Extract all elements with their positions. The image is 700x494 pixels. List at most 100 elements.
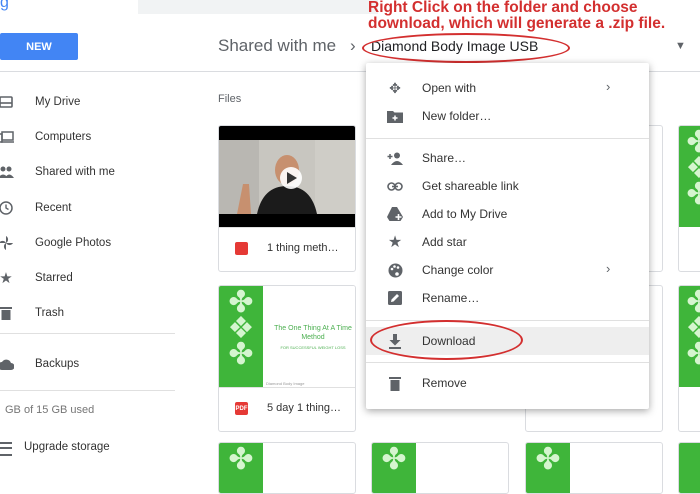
celtic-knot-icon: ✤❖✤ — [679, 288, 700, 370]
annotation-line-1: Right Click on the folder and choose — [368, 0, 638, 16]
my-drive-icon — [0, 94, 14, 110]
new-folder-icon — [386, 108, 404, 124]
file-title: 1 thing meth… — [267, 242, 339, 254]
sidebar-item-label: Computers — [35, 131, 92, 143]
sidebar-item-label: Google Photos — [35, 237, 112, 249]
sidebar-item-label: Recent — [35, 202, 72, 214]
file-card-partial[interactable]: ✤❖✤ — [678, 285, 700, 432]
menu-item-get-link[interactable]: Get shareable link — [366, 172, 649, 200]
file-card-bottom[interactable]: ✤ — [218, 442, 356, 494]
menu-item-new-folder[interactable]: New folder… — [366, 102, 649, 130]
celtic-knot-icon: ✤❖✤ — [227, 286, 255, 371]
sidebar-item-label: Trash — [35, 307, 64, 319]
file-card-bottom[interactable] — [678, 442, 700, 494]
trash-icon — [386, 375, 404, 391]
sidebar-item-label: My Drive — [35, 96, 81, 108]
menu-item-change-color[interactable]: Change color › — [366, 256, 649, 284]
file-card-video[interactable]: 1 thing meth… — [218, 125, 356, 272]
menu-divider — [366, 138, 649, 139]
cloud-icon — [0, 356, 14, 372]
celtic-pattern-strip — [679, 443, 700, 493]
sidebar-item-starred[interactable]: ★ Starred — [0, 263, 210, 293]
menu-item-remove[interactable]: Remove — [366, 369, 649, 397]
sidebar-item-backups[interactable]: Backups — [0, 349, 210, 379]
sidebar-item-label: Backups — [35, 358, 80, 370]
files-section-label: Files — [218, 93, 242, 105]
pdf-thumbnail: ✤ ❖ ✤ The One Thing At A Time Method FOR S… — [219, 286, 355, 387]
menu-item-label: Add star — [422, 235, 467, 249]
doc-preview-small: Diamond Body Image — [266, 381, 305, 386]
menu-item-label: Remove — [422, 376, 467, 390]
sidebar-item-label: Starred — [35, 272, 73, 284]
menu-item-label: Rename… — [422, 291, 480, 305]
rename-icon — [386, 290, 404, 306]
celtic-knot-icon: ✤ — [381, 443, 407, 476]
file-card-pdf[interactable]: ✤ ❖ ✤ The One Thing At A Time Method FOR S… — [218, 285, 356, 432]
menu-item-label: Add to My Drive — [422, 207, 508, 221]
menu-divider — [366, 320, 649, 321]
sidebar-item-computers[interactable]: Computers — [0, 122, 210, 152]
submenu-arrow-icon: › — [606, 261, 611, 276]
search-bar[interactable] — [138, 0, 378, 14]
sidebar-item-my-drive[interactable]: My Drive — [0, 87, 210, 117]
menu-item-rename[interactable]: Rename… — [366, 284, 649, 312]
instruction-annotation: Right Click on the folder and choose dow… — [368, 0, 665, 32]
folder-highlight-oval — [362, 33, 570, 63]
sidebar-divider — [0, 333, 175, 334]
menu-item-label: Share… — [422, 151, 467, 165]
shared-icon — [0, 164, 14, 180]
menu-lines-icon — [0, 442, 12, 456]
trash-icon — [0, 305, 14, 321]
celtic-knot-icon: ✤ — [535, 443, 561, 476]
video-thumbnail — [219, 126, 355, 227]
drive-logo[interactable]: g — [0, 0, 9, 12]
download-highlight-oval — [370, 320, 523, 360]
sidebar-divider — [0, 390, 175, 391]
file-title: 5 day 1 thing… — [267, 402, 341, 414]
breadcrumb-chevron-icon: › — [350, 36, 356, 55]
photos-pinwheel-icon — [0, 235, 14, 251]
submenu-arrow-icon: › — [606, 79, 611, 94]
file-card-partial[interactable]: ✤❖✤ — [678, 125, 700, 272]
storage-usage: GB of 15 GB used — [5, 404, 95, 416]
menu-divider — [366, 362, 649, 363]
video-file-icon — [235, 242, 248, 255]
file-card-footer: 1 thing meth… — [219, 227, 355, 271]
upgrade-storage-label: Upgrade storage — [24, 441, 110, 453]
menu-item-label: New folder… — [422, 109, 492, 123]
clock-icon — [0, 200, 14, 216]
celtic-knot-icon: ✤ — [228, 443, 254, 476]
sidebar-item-google-photos[interactable]: Google Photos — [0, 228, 210, 258]
palette-icon — [386, 262, 404, 278]
menu-item-label: Change color — [422, 263, 494, 277]
star-icon: ★ — [0, 270, 13, 287]
sidebar-item-recent[interactable]: Recent — [0, 193, 210, 223]
menu-item-add-star[interactable]: ★ Add star — [366, 228, 649, 256]
pdf-file-icon: PDF — [235, 402, 248, 415]
share-person-icon — [386, 150, 404, 166]
annotation-line-2: download, which will generate a .zip fil… — [368, 15, 666, 32]
menu-item-label: Get shareable link — [422, 179, 519, 193]
star-icon: ★ — [387, 234, 403, 251]
doc-preview-title: The One Thing At A Time Method — [274, 325, 352, 341]
upgrade-storage-link[interactable]: Upgrade storage — [0, 438, 200, 460]
sidebar-item-shared-with-me[interactable]: Shared with me — [0, 157, 210, 187]
menu-item-label: Open with — [422, 81, 477, 95]
file-card-bottom[interactable]: ✤ — [525, 442, 663, 494]
file-card-footer: PDF 5 day 1 thing… — [219, 387, 355, 431]
celtic-knot-icon: ✤❖✤ — [679, 128, 700, 210]
new-button[interactable]: NEW — [0, 33, 78, 60]
doc-preview-subtitle: FOR SUCCESSFUL WEIGHT LOSS — [280, 345, 346, 350]
add-to-drive-icon — [386, 206, 404, 222]
link-icon — [386, 178, 404, 194]
file-card-bottom[interactable]: ✤ — [371, 442, 509, 494]
chevron-down-icon[interactable]: ▼ — [675, 40, 686, 52]
open-with-icon: ✥ — [389, 79, 401, 96]
menu-item-share[interactable]: Share… — [366, 144, 649, 172]
menu-item-open-with[interactable]: ✥ Open with › — [366, 74, 649, 102]
computers-icon — [0, 129, 14, 145]
sidebar-item-label: Shared with me — [35, 166, 115, 178]
menu-item-add-to-drive[interactable]: Add to My Drive — [366, 200, 649, 228]
breadcrumb-shared-with-me[interactable]: Shared with me — [218, 36, 336, 56]
sidebar-item-trash[interactable]: Trash — [0, 298, 210, 328]
